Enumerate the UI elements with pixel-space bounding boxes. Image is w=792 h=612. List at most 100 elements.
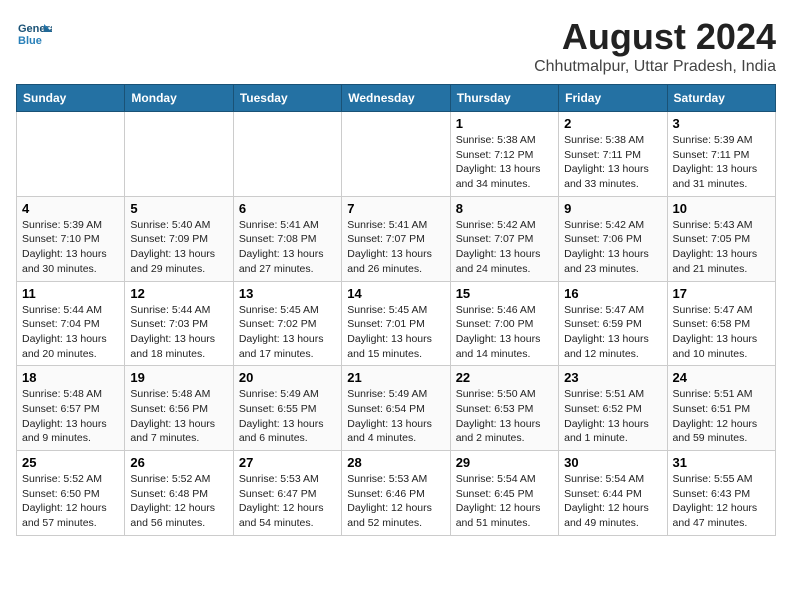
day-number: 23 <box>564 370 661 385</box>
day-number: 28 <box>347 455 444 470</box>
calendar-cell: 25Sunrise: 5:52 AM Sunset: 6:50 PM Dayli… <box>17 451 125 536</box>
calendar-cell: 10 Sunrise: 5:43 AM Sunset: 7:05 PM Dayli… <box>667 196 775 281</box>
day-info: Sunrise: 5:41 AM Sunset: 7:07 PM Dayligh… <box>347 218 444 277</box>
calendar-cell <box>342 112 450 197</box>
page-header: General Blue August 2024 Chhutmalpur, Ut… <box>16 16 776 76</box>
day-number: 22 <box>456 370 553 385</box>
week-row-2: 4 Sunrise: 5:39 AM Sunset: 7:10 PM Daylig… <box>17 196 776 281</box>
calendar-cell: 31 Sunrise: 5:55 AM Sunset: 6:43 PM Dayli… <box>667 451 775 536</box>
calendar-cell: 26 Sunrise: 5:52 AM Sunset: 6:48 PM Dayli… <box>125 451 233 536</box>
day-info: Sunrise: 5:53 AM Sunset: 6:46 PM Dayligh… <box>347 472 444 531</box>
calendar-cell: 13 Sunrise: 5:45 AM Sunset: 7:02 PM Dayli… <box>233 281 341 366</box>
day-info: Sunrise: 5:42 AM Sunset: 7:07 PM Dayligh… <box>456 218 553 277</box>
day-info: Sunrise: 5:55 AM Sunset: 6:43 PM Dayligh… <box>673 472 770 531</box>
calendar-cell: 3 Sunrise: 5:39 AM Sunset: 7:11 PM Daylig… <box>667 112 775 197</box>
day-info: Sunrise: 5:47 AM Sunset: 6:58 PM Dayligh… <box>673 303 770 362</box>
day-info: Sunrise: 5:39 AM Sunset: 7:10 PM Dayligh… <box>22 218 119 277</box>
day-info: Sunrise: 5:52 AM Sunset: 6:48 PM Dayligh… <box>130 472 227 531</box>
calendar-cell: 19 Sunrise: 5:48 AM Sunset: 6:56 PM Dayli… <box>125 366 233 451</box>
calendar-cell: 30Sunrise: 5:54 AM Sunset: 6:44 PM Dayli… <box>559 451 667 536</box>
calendar-cell <box>233 112 341 197</box>
day-info: Sunrise: 5:44 AM Sunset: 7:03 PM Dayligh… <box>130 303 227 362</box>
day-number: 31 <box>673 455 770 470</box>
weekday-header-sunday: Sunday <box>17 85 125 112</box>
calendar-cell: 27Sunrise: 5:53 AM Sunset: 6:47 PM Dayli… <box>233 451 341 536</box>
day-number: 10 <box>673 201 770 216</box>
calendar-cell: 14 Sunrise: 5:45 AM Sunset: 7:01 PM Dayli… <box>342 281 450 366</box>
week-row-5: 25Sunrise: 5:52 AM Sunset: 6:50 PM Dayli… <box>17 451 776 536</box>
day-number: 9 <box>564 201 661 216</box>
day-number: 25 <box>22 455 119 470</box>
day-info: Sunrise: 5:50 AM Sunset: 6:53 PM Dayligh… <box>456 387 553 446</box>
day-number: 15 <box>456 286 553 301</box>
day-number: 29 <box>456 455 553 470</box>
weekday-header-wednesday: Wednesday <box>342 85 450 112</box>
week-row-1: 1Sunrise: 5:38 AM Sunset: 7:12 PM Daylig… <box>17 112 776 197</box>
day-info: Sunrise: 5:48 AM Sunset: 6:56 PM Dayligh… <box>130 387 227 446</box>
day-number: 8 <box>456 201 553 216</box>
calendar-cell <box>125 112 233 197</box>
calendar-table: SundayMondayTuesdayWednesdayThursdayFrid… <box>16 84 776 536</box>
calendar-cell: 1Sunrise: 5:38 AM Sunset: 7:12 PM Daylig… <box>450 112 558 197</box>
calendar-cell: 9Sunrise: 5:42 AM Sunset: 7:06 PM Daylig… <box>559 196 667 281</box>
day-info: Sunrise: 5:49 AM Sunset: 6:55 PM Dayligh… <box>239 387 336 446</box>
day-info: Sunrise: 5:43 AM Sunset: 7:05 PM Dayligh… <box>673 218 770 277</box>
day-info: Sunrise: 5:51 AM Sunset: 6:52 PM Dayligh… <box>564 387 661 446</box>
day-number: 21 <box>347 370 444 385</box>
calendar-cell: 5Sunrise: 5:40 AM Sunset: 7:09 PM Daylig… <box>125 196 233 281</box>
day-info: Sunrise: 5:44 AM Sunset: 7:04 PM Dayligh… <box>22 303 119 362</box>
calendar-cell: 12Sunrise: 5:44 AM Sunset: 7:03 PM Dayli… <box>125 281 233 366</box>
day-info: Sunrise: 5:38 AM Sunset: 7:11 PM Dayligh… <box>564 133 661 192</box>
day-info: Sunrise: 5:46 AM Sunset: 7:00 PM Dayligh… <box>456 303 553 362</box>
week-row-4: 18Sunrise: 5:48 AM Sunset: 6:57 PM Dayli… <box>17 366 776 451</box>
title-block: August 2024 Chhutmalpur, Uttar Pradesh, … <box>534 16 776 76</box>
subtitle: Chhutmalpur, Uttar Pradesh, India <box>534 58 776 76</box>
calendar-cell: 20 Sunrise: 5:49 AM Sunset: 6:55 PM Dayli… <box>233 366 341 451</box>
day-number: 5 <box>130 201 227 216</box>
day-info: Sunrise: 5:39 AM Sunset: 7:11 PM Dayligh… <box>673 133 770 192</box>
day-number: 4 <box>22 201 119 216</box>
weekday-header-tuesday: Tuesday <box>233 85 341 112</box>
day-number: 16 <box>564 286 661 301</box>
calendar-cell: 15 Sunrise: 5:46 AM Sunset: 7:00 PM Dayli… <box>450 281 558 366</box>
calendar-cell: 23 Sunrise: 5:51 AM Sunset: 6:52 PM Dayli… <box>559 366 667 451</box>
day-info: Sunrise: 5:54 AM Sunset: 6:45 PM Dayligh… <box>456 472 553 531</box>
calendar-cell: 21Sunrise: 5:49 AM Sunset: 6:54 PM Dayli… <box>342 366 450 451</box>
day-number: 20 <box>239 370 336 385</box>
calendar-cell: 11Sunrise: 5:44 AM Sunset: 7:04 PM Dayli… <box>17 281 125 366</box>
day-info: Sunrise: 5:45 AM Sunset: 7:01 PM Dayligh… <box>347 303 444 362</box>
day-number: 7 <box>347 201 444 216</box>
calendar-header: SundayMondayTuesdayWednesdayThursdayFrid… <box>17 85 776 112</box>
day-number: 3 <box>673 116 770 131</box>
day-number: 13 <box>239 286 336 301</box>
calendar-cell: 6Sunrise: 5:41 AM Sunset: 7:08 PM Daylig… <box>233 196 341 281</box>
calendar-body: 1Sunrise: 5:38 AM Sunset: 7:12 PM Daylig… <box>17 112 776 536</box>
calendar-cell: 24 Sunrise: 5:51 AM Sunset: 6:51 PM Dayli… <box>667 366 775 451</box>
main-title: August 2024 <box>534 16 776 58</box>
day-number: 14 <box>347 286 444 301</box>
calendar-cell: 7 Sunrise: 5:41 AM Sunset: 7:07 PM Daylig… <box>342 196 450 281</box>
weekday-header-row: SundayMondayTuesdayWednesdayThursdayFrid… <box>17 85 776 112</box>
day-number: 26 <box>130 455 227 470</box>
day-number: 2 <box>564 116 661 131</box>
calendar-cell: 2 Sunrise: 5:38 AM Sunset: 7:11 PM Daylig… <box>559 112 667 197</box>
calendar-cell: 16 Sunrise: 5:47 AM Sunset: 6:59 PM Dayli… <box>559 281 667 366</box>
day-number: 19 <box>130 370 227 385</box>
calendar-cell: 8 Sunrise: 5:42 AM Sunset: 7:07 PM Daylig… <box>450 196 558 281</box>
weekday-header-monday: Monday <box>125 85 233 112</box>
day-number: 24 <box>673 370 770 385</box>
weekday-header-saturday: Saturday <box>667 85 775 112</box>
day-info: Sunrise: 5:41 AM Sunset: 7:08 PM Dayligh… <box>239 218 336 277</box>
day-number: 17 <box>673 286 770 301</box>
weekday-header-thursday: Thursday <box>450 85 558 112</box>
day-info: Sunrise: 5:45 AM Sunset: 7:02 PM Dayligh… <box>239 303 336 362</box>
day-number: 30 <box>564 455 661 470</box>
logo: General Blue <box>16 16 52 52</box>
calendar-cell: 22 Sunrise: 5:50 AM Sunset: 6:53 PM Dayli… <box>450 366 558 451</box>
day-info: Sunrise: 5:47 AM Sunset: 6:59 PM Dayligh… <box>564 303 661 362</box>
day-number: 1 <box>456 116 553 131</box>
day-info: Sunrise: 5:53 AM Sunset: 6:47 PM Dayligh… <box>239 472 336 531</box>
day-info: Sunrise: 5:51 AM Sunset: 6:51 PM Dayligh… <box>673 387 770 446</box>
svg-text:Blue: Blue <box>18 35 42 47</box>
weekday-header-friday: Friday <box>559 85 667 112</box>
